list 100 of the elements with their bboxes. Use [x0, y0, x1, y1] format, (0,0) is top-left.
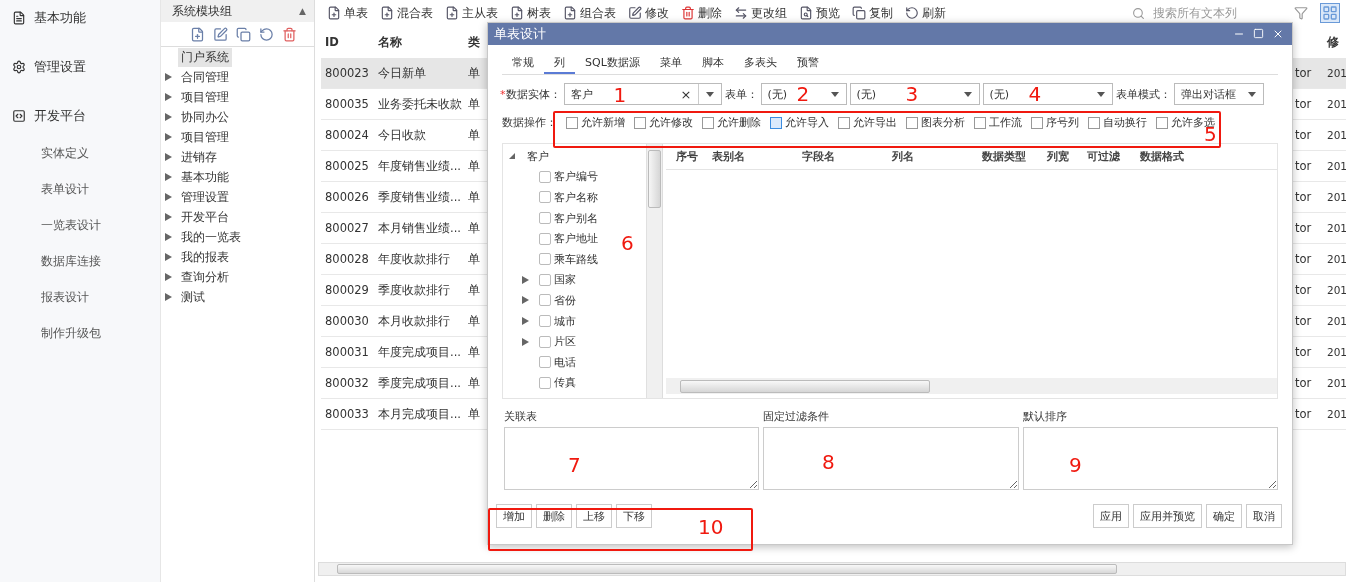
- checkbox[interactable]: [1088, 117, 1100, 129]
- tree-item[interactable]: 城市: [554, 313, 576, 329]
- action-button[interactable]: 下移: [616, 504, 652, 528]
- toolbar-button[interactable]: 更改组: [734, 5, 787, 21]
- collapse-icon[interactable]: ▲: [299, 6, 306, 16]
- tab[interactable]: 菜单: [649, 53, 692, 74]
- action-button[interactable]: 增加: [496, 504, 532, 528]
- checkbox[interactable]: [539, 335, 551, 348]
- select-field[interactable]: 弹出对话框: [1173, 83, 1264, 105]
- tree-item[interactable]: 我的报表: [178, 247, 232, 267]
- checkbox[interactable]: [974, 117, 986, 129]
- checkbox[interactable]: [1031, 117, 1043, 129]
- grid-view-icon[interactable]: [1320, 3, 1340, 23]
- action-button[interactable]: 取消: [1246, 504, 1282, 528]
- checkbox-option[interactable]: 允许删除: [702, 116, 761, 130]
- checkbox[interactable]: [702, 117, 714, 129]
- sidebar-section[interactable]: 基本功能: [0, 0, 160, 36]
- sidebar-item[interactable]: 制作升级包: [0, 315, 160, 351]
- action-button[interactable]: 应用: [1093, 504, 1129, 528]
- tree-item[interactable]: 乘车路线: [554, 251, 598, 267]
- tree-item[interactable]: 测试: [178, 287, 208, 307]
- tree-item[interactable]: 查询分析: [178, 267, 232, 287]
- action-button[interactable]: 应用并预览: [1133, 504, 1202, 528]
- checkbox[interactable]: [539, 315, 551, 328]
- checkbox[interactable]: [566, 117, 578, 129]
- sidebar-item[interactable]: 数据库连接: [0, 243, 160, 279]
- tree-item[interactable]: 国家: [554, 272, 576, 288]
- sidebar-item[interactable]: 报表设计: [0, 279, 160, 315]
- tab[interactable]: 脚本: [691, 53, 734, 74]
- tab[interactable]: 多表头: [733, 53, 787, 74]
- filter-icon[interactable]: [1294, 6, 1308, 20]
- expand-arrow-icon[interactable]: [522, 275, 529, 284]
- expand-arrow-icon[interactable]: [165, 113, 172, 121]
- toolbar-button[interactable]: 单表: [327, 5, 368, 21]
- checkbox[interactable]: [539, 170, 551, 183]
- sidebar-item[interactable]: 表单设计: [0, 171, 160, 207]
- expand-arrow-icon[interactable]: [165, 253, 172, 261]
- action-button[interactable]: 上移: [576, 504, 612, 528]
- expand-arrow-icon[interactable]: [522, 296, 529, 305]
- tree-item[interactable]: 基本功能: [178, 167, 232, 187]
- toolbar-button[interactable]: 树表: [510, 5, 551, 21]
- expand-arrow-icon[interactable]: [165, 73, 172, 81]
- clear-icon[interactable]: ×: [680, 86, 692, 102]
- expand-arrow-icon[interactable]: [165, 273, 172, 281]
- sidebar-item[interactable]: 一览表设计: [0, 207, 160, 243]
- horizontal-scrollbar[interactable]: [666, 378, 1277, 394]
- expand-arrow-icon[interactable]: [165, 173, 172, 181]
- checkbox[interactable]: [539, 356, 551, 369]
- vertical-scrollbar[interactable]: [646, 144, 662, 398]
- refresh-icon[interactable]: [259, 26, 274, 42]
- checkbox[interactable]: [539, 294, 551, 307]
- tree-item[interactable]: 客户地址: [554, 231, 598, 247]
- tree-item[interactable]: 客户编号: [554, 169, 598, 185]
- tree-item[interactable]: 电话: [554, 354, 576, 370]
- expand-arrow-icon[interactable]: [509, 152, 516, 161]
- text-area[interactable]: [1022, 427, 1278, 490]
- tab[interactable]: 预警: [786, 53, 829, 74]
- text-area[interactable]: [763, 427, 1019, 490]
- toolbar-button[interactable]: 删除: [681, 5, 722, 21]
- expand-arrow-icon[interactable]: [165, 133, 172, 141]
- sidebar-section[interactable]: 管理设置: [0, 49, 160, 85]
- checkbox[interactable]: [539, 273, 551, 286]
- tree-item[interactable]: 客户: [527, 148, 549, 164]
- tree-item[interactable]: 我的一览表: [178, 227, 244, 247]
- checkbox-option[interactable]: 允许导出: [838, 116, 897, 130]
- sidebar-item[interactable]: 实体定义: [0, 135, 160, 171]
- tree-item[interactable]: 项目管理: [178, 127, 232, 147]
- horizontal-scrollbar[interactable]: [318, 562, 1346, 576]
- toolbar-button[interactable]: 主从表: [445, 5, 498, 21]
- tree-item[interactable]: 项目管理: [178, 87, 232, 107]
- checkbox[interactable]: [634, 117, 646, 129]
- new-file-icon[interactable]: [190, 26, 205, 42]
- checkbox[interactable]: [539, 191, 551, 204]
- tree-item[interactable]: 客户别名: [554, 210, 598, 226]
- tree-item[interactable]: 片区: [554, 334, 576, 350]
- checkbox-option[interactable]: 自动换行: [1088, 116, 1147, 130]
- tab[interactable]: 列: [544, 53, 575, 74]
- checkbox[interactable]: [906, 117, 918, 129]
- sidebar-section[interactable]: 开发平台: [0, 98, 160, 134]
- checkbox[interactable]: [1156, 117, 1168, 129]
- tree-item[interactable]: 管理设置: [178, 187, 232, 207]
- toolbar-button[interactable]: 复制: [852, 5, 893, 21]
- expand-arrow-icon[interactable]: [522, 337, 529, 346]
- tree-item[interactable]: 传真: [554, 375, 576, 391]
- toolbar-button[interactable]: 预览: [799, 5, 840, 21]
- tab[interactable]: 常规: [502, 53, 544, 74]
- search-field[interactable]: 搜索所有文本列: [1132, 5, 1282, 21]
- tree-item[interactable]: 门户系统: [178, 47, 232, 67]
- checkbox-option[interactable]: 工作流: [974, 116, 1022, 130]
- expand-arrow-icon[interactable]: [165, 233, 172, 241]
- toolbar-button[interactable]: 组合表: [563, 5, 616, 21]
- checkbox-option[interactable]: 序号列: [1031, 116, 1079, 130]
- toolbar-button[interactable]: 修改: [628, 5, 669, 21]
- checkbox[interactable]: [539, 253, 551, 266]
- expand-arrow-icon[interactable]: [165, 93, 172, 101]
- checkbox[interactable]: [539, 376, 551, 389]
- copy-icon[interactable]: [236, 26, 251, 42]
- expand-arrow-icon[interactable]: [165, 153, 172, 161]
- checkbox[interactable]: [770, 117, 782, 129]
- checkbox-option[interactable]: 允许新增: [566, 116, 625, 130]
